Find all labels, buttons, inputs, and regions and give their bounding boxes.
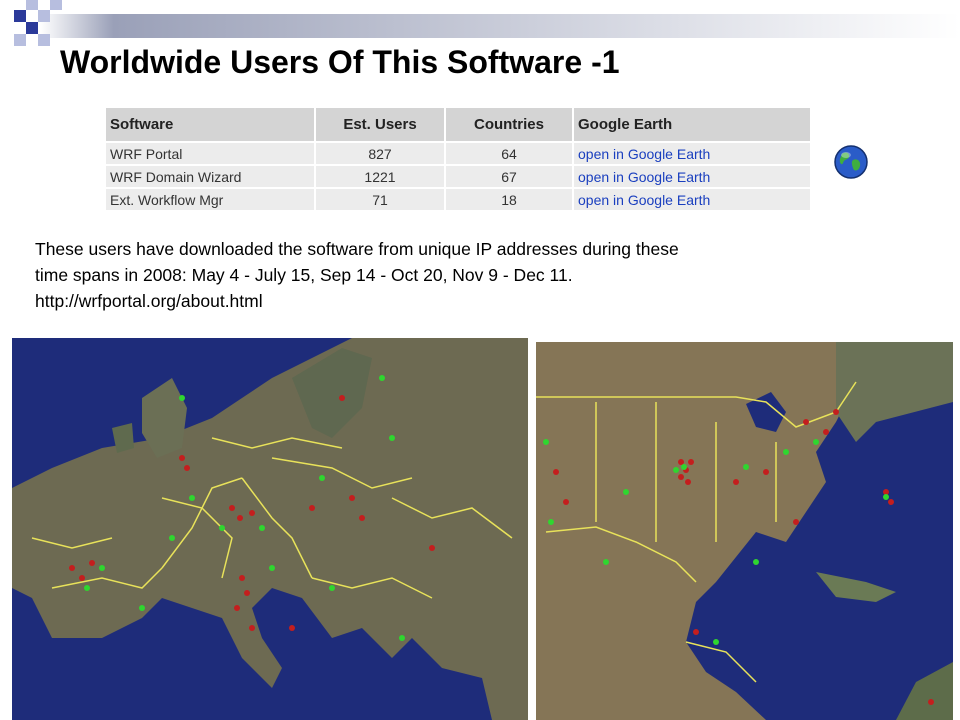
description-text: These users have downloaded the software…	[35, 236, 915, 314]
cell-software: Ext. Workflow Mgr	[106, 189, 314, 210]
europe-users-map	[12, 338, 528, 720]
north-america-users-map	[536, 342, 953, 720]
header-est-users: Est. Users	[316, 108, 444, 141]
cell-countries: 18	[446, 189, 572, 210]
header-countries: Countries	[446, 108, 572, 141]
cell-users: 71	[316, 189, 444, 210]
google-earth-link[interactable]: open in Google Earth	[574, 189, 810, 210]
google-earth-globe-icon	[834, 145, 868, 179]
header-google-earth: Google Earth	[574, 108, 810, 141]
table-row: WRF Portal 827 64 open in Google Earth	[106, 143, 810, 164]
header-software: Software	[106, 108, 314, 141]
cell-users: 1221	[316, 166, 444, 187]
software-users-table: Software Est. Users Countries Google Ear…	[104, 106, 812, 212]
cell-users: 827	[316, 143, 444, 164]
description-line: These users have downloaded the software…	[35, 239, 679, 259]
cell-software: WRF Domain Wizard	[106, 166, 314, 187]
description-line: time spans in 2008: May 4 - July 15, Sep…	[35, 265, 573, 285]
google-earth-link[interactable]: open in Google Earth	[574, 166, 810, 187]
cell-software: WRF Portal	[106, 143, 314, 164]
google-earth-link[interactable]: open in Google Earth	[574, 143, 810, 164]
about-url-link[interactable]: http://wrfportal.org/about.html	[35, 288, 915, 314]
table-header-row: Software Est. Users Countries Google Ear…	[106, 108, 810, 141]
table-row: Ext. Workflow Mgr 71 18 open in Google E…	[106, 189, 810, 210]
table-row: WRF Domain Wizard 1221 67 open in Google…	[106, 166, 810, 187]
cell-countries: 64	[446, 143, 572, 164]
slide-title: Worldwide Users Of This Software -1	[60, 44, 620, 80]
cell-countries: 67	[446, 166, 572, 187]
